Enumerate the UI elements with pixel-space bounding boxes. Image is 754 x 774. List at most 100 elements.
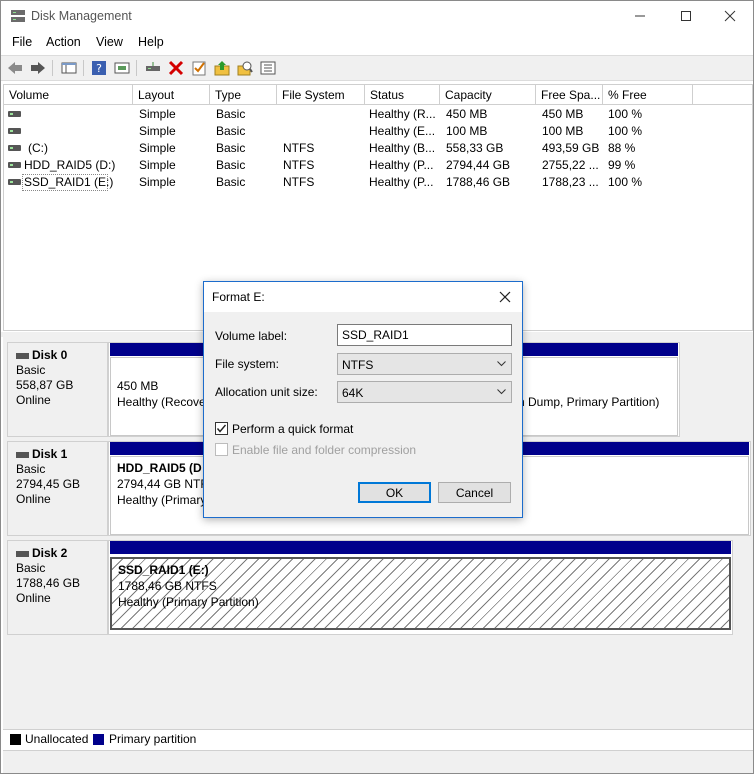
cell-volume: SSD_RAID1 (E:) [24, 175, 114, 189]
allocation-unit-size-value: 64K [342, 386, 364, 400]
cell-status: Healthy (P... [369, 175, 434, 189]
connect-disk-icon[interactable] [144, 59, 162, 77]
disk-0-label[interactable]: Disk 0 Basic 558,87 GB Online [7, 342, 108, 437]
drive-icon [8, 145, 21, 151]
volume-label-input[interactable]: SSD_RAID1 [337, 324, 512, 346]
check-icon[interactable] [190, 59, 208, 77]
cell-type: Basic [216, 107, 246, 121]
drive-icon [8, 111, 21, 117]
dialog-close-button[interactable] [494, 286, 516, 308]
maximize-button[interactable] [663, 1, 709, 31]
disk-2-partitions: SSD_RAID1 (E:) 1788,46 GB NTFS Healthy (… [108, 540, 733, 635]
menu-help[interactable]: Help [138, 35, 164, 49]
file-system-select[interactable]: NTFS [337, 353, 512, 375]
minimize-button[interactable] [617, 1, 663, 31]
cell-free-space: 1788,23 ... [542, 175, 599, 189]
menu-file[interactable]: File [12, 35, 32, 49]
primary-partition-swatch [93, 734, 104, 745]
compression-checkbox[interactable] [215, 443, 228, 456]
unallocated-swatch [10, 734, 21, 745]
window-title: Disk Management [31, 9, 132, 23]
cell-capacity: 2794,44 GB [446, 158, 511, 172]
table-row[interactable]: Simple Basic Healthy (R... 450 MB 450 MB… [4, 106, 752, 123]
allocation-unit-size-label: Allocation unit size: [215, 385, 318, 399]
checkmark-icon [216, 424, 227, 433]
cell-status: Healthy (R... [369, 107, 436, 121]
quick-format-checkbox[interactable] [215, 422, 228, 435]
column-header-file-system[interactable]: File System [277, 85, 365, 105]
ok-button[interactable]: OK [358, 482, 431, 503]
quick-format-label[interactable]: Perform a quick format [232, 422, 353, 436]
allocation-unit-size-select[interactable]: 64K [337, 381, 512, 403]
table-row[interactable]: HDD_RAID5 (D:) Simple Basic NTFS Healthy… [4, 157, 752, 174]
cancel-button[interactable]: Cancel [438, 482, 511, 503]
cell-capacity: 558,33 GB [446, 141, 504, 155]
file-system-value: NTFS [342, 358, 374, 372]
toolbar-separator [136, 60, 137, 76]
column-header-percent-free[interactable]: % Free [603, 85, 693, 105]
legend-unallocated: Unallocated [25, 732, 89, 746]
settings-icon[interactable] [259, 59, 277, 77]
column-header-status[interactable]: Status [365, 85, 440, 105]
disk-2-label[interactable]: Disk 2 Basic 1788,46 GB Online [7, 540, 108, 635]
column-header-volume[interactable]: Volume [4, 85, 133, 105]
cell-percent-free: 100 % [608, 175, 643, 189]
svg-text:?: ? [96, 62, 102, 75]
disk-name: Disk 1 [32, 447, 68, 461]
show-hide-console-tree-icon[interactable] [60, 59, 78, 77]
disk-size: 2794,45 GB [16, 477, 81, 491]
table-row[interactable]: (C:) Simple Basic NTFS Healthy (B... 558… [4, 140, 752, 157]
toolbar-separator [52, 60, 53, 76]
cell-status: Healthy (P... [369, 158, 434, 172]
disk-name: Disk 2 [32, 546, 68, 560]
disk-icon [16, 352, 29, 359]
disk-type: Basic [16, 462, 46, 476]
disk-size: 1788,46 GB [16, 576, 81, 590]
close-icon [499, 291, 511, 303]
format-dialog: Format E: Volume label: SSD_RAID1 File s… [203, 281, 523, 518]
cell-layout: Simple [139, 158, 176, 172]
table-row[interactable]: Simple Basic Healthy (E... 100 MB 100 MB… [4, 123, 752, 140]
cell-free-space: 493,59 GB [542, 141, 600, 155]
rescan-icon[interactable] [236, 59, 254, 77]
column-header-capacity[interactable]: Capacity [440, 85, 536, 105]
drive-icon [8, 162, 21, 168]
cell-free-space: 2755,22 ... [542, 158, 599, 172]
primary-partition-bar [110, 541, 731, 554]
back-icon[interactable] [6, 59, 24, 77]
disk-icon [16, 451, 29, 458]
cell-free-space: 100 MB [542, 124, 584, 138]
menu-view[interactable]: View [96, 35, 123, 49]
partition-status: Healthy (Primary Partition) [118, 595, 259, 609]
cell-capacity: 1788,46 GB [446, 175, 511, 189]
disk-type: Basic [16, 363, 46, 377]
import-icon[interactable] [213, 59, 231, 77]
cell-file-system: NTFS [283, 158, 315, 172]
cell-layout: Simple [139, 141, 176, 155]
close-button[interactable] [707, 1, 753, 31]
table-row-selected[interactable]: SSD_RAID1 (E:) Simple Basic NTFS Healthy… [4, 174, 752, 191]
cell-percent-free: 88 % [608, 141, 636, 155]
volume-list-header: Volume Layout Type File System Status Ca… [4, 85, 752, 105]
column-header-free-space[interactable]: Free Spa... [536, 85, 603, 105]
disk-state: Online [16, 492, 51, 506]
delete-icon[interactable] [167, 59, 185, 77]
forward-icon[interactable] [29, 59, 47, 77]
disk-1-label[interactable]: Disk 1 Basic 2794,45 GB Online [7, 441, 108, 536]
menu-action[interactable]: Action [46, 35, 81, 49]
partition-ssd-raid1[interactable]: SSD_RAID1 (E:) 1788,46 GB NTFS Healthy (… [110, 541, 731, 634]
cell-capacity: 100 MB [446, 124, 488, 138]
maximize-icon [681, 11, 691, 21]
cell-layout: Simple [139, 107, 176, 121]
drive-icon [8, 128, 21, 134]
properties-icon[interactable] [113, 59, 131, 77]
toolbar: ? [1, 55, 753, 81]
column-header-type[interactable]: Type [210, 85, 277, 105]
volume-label-label: Volume label: [215, 329, 288, 343]
column-header-layout[interactable]: Layout [133, 85, 210, 105]
partition-body-selected: SSD_RAID1 (E:) 1788,46 GB NTFS Healthy (… [110, 557, 731, 630]
cell-file-system: NTFS [283, 141, 315, 155]
disk-icon [16, 550, 29, 557]
help-icon[interactable]: ? [90, 59, 108, 77]
dialog-title: Format E: [212, 290, 265, 304]
